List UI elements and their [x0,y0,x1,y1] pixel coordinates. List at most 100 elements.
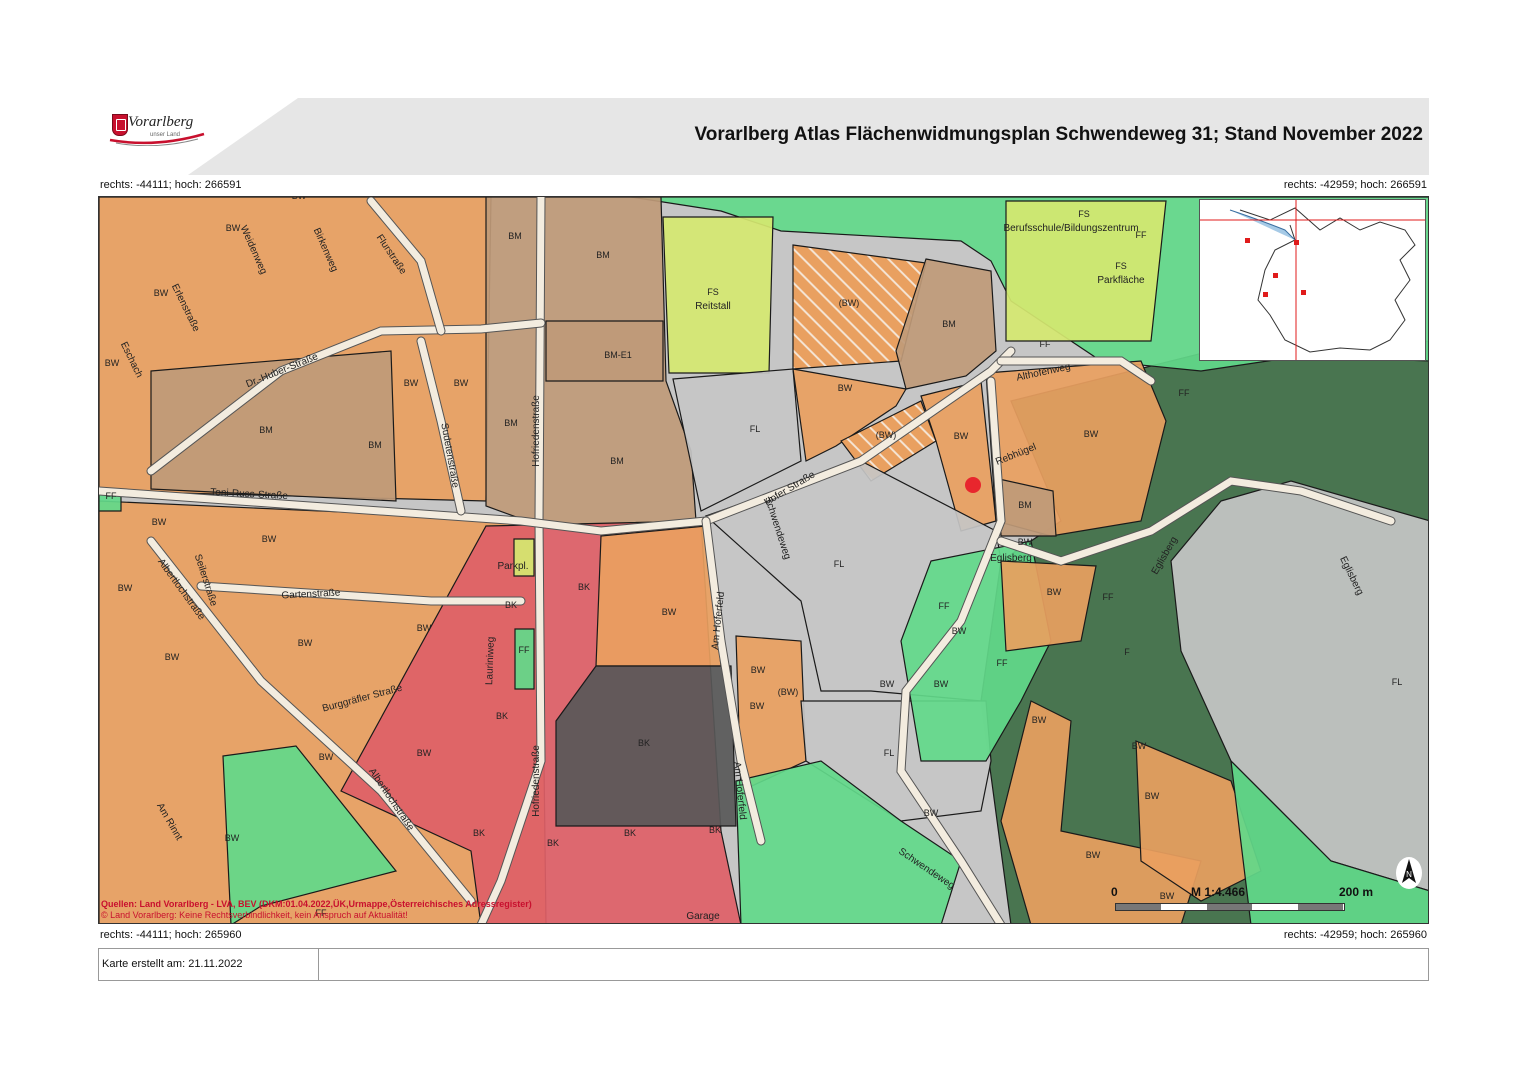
zone-label: FL [750,424,761,434]
zone-label: FF [1103,592,1114,602]
zone-label: BW [454,378,469,388]
zone-label: FF [519,645,530,655]
logo-subtext: unser Land [150,132,181,138]
vorarlberg-logo: Vorarlberg unser Land [106,108,216,148]
zone-label: FF [1179,388,1190,398]
zone-bw-7 [1000,560,1097,652]
zone-label: BW [154,288,169,298]
zone-label: BW [880,679,895,689]
zone-label: BW [417,623,432,633]
street-label: Eglisberg [990,553,1032,564]
zone-label: BW [1086,850,1101,860]
zone-label: BK [473,828,485,838]
zone-label: BW [1032,715,1047,725]
zone-label: BK [638,738,650,748]
scale-label: M 1:4.466 [1191,885,1246,899]
zone-label: BW [662,607,677,617]
zone-label: BM [942,319,956,329]
zone-label: FS [1115,261,1127,271]
zone-label: BW [292,197,307,201]
zone-label: BW [118,583,133,593]
zone-label: BW [262,534,277,544]
coord-top-left: rechts: -44111; hoch: 266591 [100,179,242,191]
zone-label: BW [319,752,334,762]
zone-label: FS [707,287,719,297]
zone-label: FL [884,748,895,758]
zone-label: FF [997,658,1008,668]
zone-label: BW [417,748,432,758]
street-label: Lauriniweg [484,637,497,686]
zone-label: BK [547,838,559,848]
zone-label: BM [596,250,610,260]
zone-label: BW [934,679,949,689]
zone-label: BK [624,828,636,838]
overview-inset-map[interactable] [1199,199,1426,361]
zone-ff-1 [514,628,535,690]
zone-label: BW [1132,741,1147,751]
zone-label: BM-E1 [604,350,632,360]
footer-table: Karte erstellt am: 21.11.2022 [98,948,1429,981]
zone-bw-5 [595,525,722,667]
zone-label: BW [165,652,180,662]
street-label: Hofriedenstraße [531,745,542,817]
zone-label: BM [610,456,624,466]
zone-label: FF [939,601,950,611]
zone-label: BM [368,440,382,450]
zone-label: BW [1145,791,1160,801]
zone-label: BW [924,808,939,818]
zone-label: BW [225,833,240,843]
zone-label: (BW) [778,687,799,697]
zone-label: BK [496,711,508,721]
svg-text:N: N [1406,870,1412,879]
zone-label: BK [505,600,517,610]
logo-name: Vorarlberg [128,114,194,130]
zone-label: BW [404,378,419,388]
zone-label: BW [152,517,167,527]
place-label: Parkfläche [1097,275,1145,286]
zone-label: BM [508,231,522,241]
map-copyright: © Land Vorarlberg: Keine Rechtsverbindli… [101,910,408,920]
zone-label: BW [952,626,967,636]
zone-label: FF [106,491,117,501]
scale-start: 0 [1111,885,1118,899]
zone-label: BW [838,383,853,393]
zone-label: BW [1018,537,1033,547]
header: Vorarlberg unser Land Vorarlberg Atlas F… [98,98,1429,175]
zone-label: (BW) [839,298,860,308]
overview-outline [1200,200,1425,360]
street-label: Hofriedenstraße [531,395,542,467]
zone-label: FF [1040,339,1051,349]
north-arrow-icon: N [1396,857,1422,889]
map-created-date: Karte erstellt am: 21.11.2022 [99,949,319,980]
scale-bar: 0 M 1:4.466 200 m [1111,885,1401,915]
map-sources: Quellen: Land Vorarlberg - LVA, BEV (DKM… [101,899,532,909]
coord-bottom-right: rechts: -42959; hoch: 265960 [1283,929,1427,941]
place-label: Reitstall [695,301,731,312]
place-label: Berufsschule/Bildungszentrum [1003,223,1138,234]
zone-label: BW [1084,429,1099,439]
zone-fs-berufsschule [1005,200,1167,342]
zone-label: FL [1392,677,1403,687]
place-label: Parkpl. [497,561,528,572]
zone-label: BM [1018,500,1032,510]
zone-label: FS [1078,209,1090,219]
zone-label: BW [105,358,120,368]
map-view[interactable]: BW BW BW BW BW BW BM BM BM BM BM BM BM-E1 BM BW (BW) (BW… [98,196,1429,924]
coord-bottom-left: rechts: -44111; hoch: 265960 [100,929,242,941]
zone-label: BK [709,825,721,835]
zone-label: F [1124,647,1130,657]
zone-label: BW [750,701,765,711]
zone-label: BW [1047,587,1062,597]
scale-end: 200 m [1339,885,1374,899]
map-sheet: Vorarlberg unser Land Vorarlberg Atlas F… [98,98,1429,981]
zone-label: BK [578,582,590,592]
location-marker[interactable] [965,477,981,493]
zone-label: BW [298,638,313,648]
zone-label: FL [834,559,845,569]
zone-label: (BW) [876,430,897,440]
coord-top-right: rechts: -42959; hoch: 266591 [1283,179,1427,191]
zone-label: BW [954,431,969,441]
scale-bar-graphic [1115,903,1345,911]
place-label: Garage [686,911,720,922]
zone-label: BM [504,418,518,428]
